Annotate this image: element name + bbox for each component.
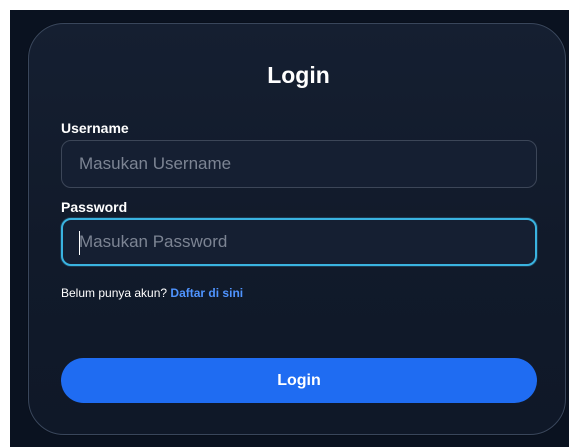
register-prompt: Belum punya akun? — [61, 286, 168, 300]
username-label: Username — [61, 120, 129, 136]
login-page: Login Username Password Belum punya akun… — [0, 0, 569, 447]
password-label: Password — [61, 199, 128, 215]
register-hint: Belum punya akun? Daftar di sini — [61, 285, 243, 301]
text-caret — [79, 231, 80, 255]
register-link[interactable]: Daftar di sini — [170, 286, 243, 300]
password-input[interactable] — [61, 218, 537, 266]
login-button[interactable]: Login — [61, 358, 537, 403]
username-input[interactable] — [61, 140, 537, 188]
login-title: Login — [267, 62, 330, 88]
